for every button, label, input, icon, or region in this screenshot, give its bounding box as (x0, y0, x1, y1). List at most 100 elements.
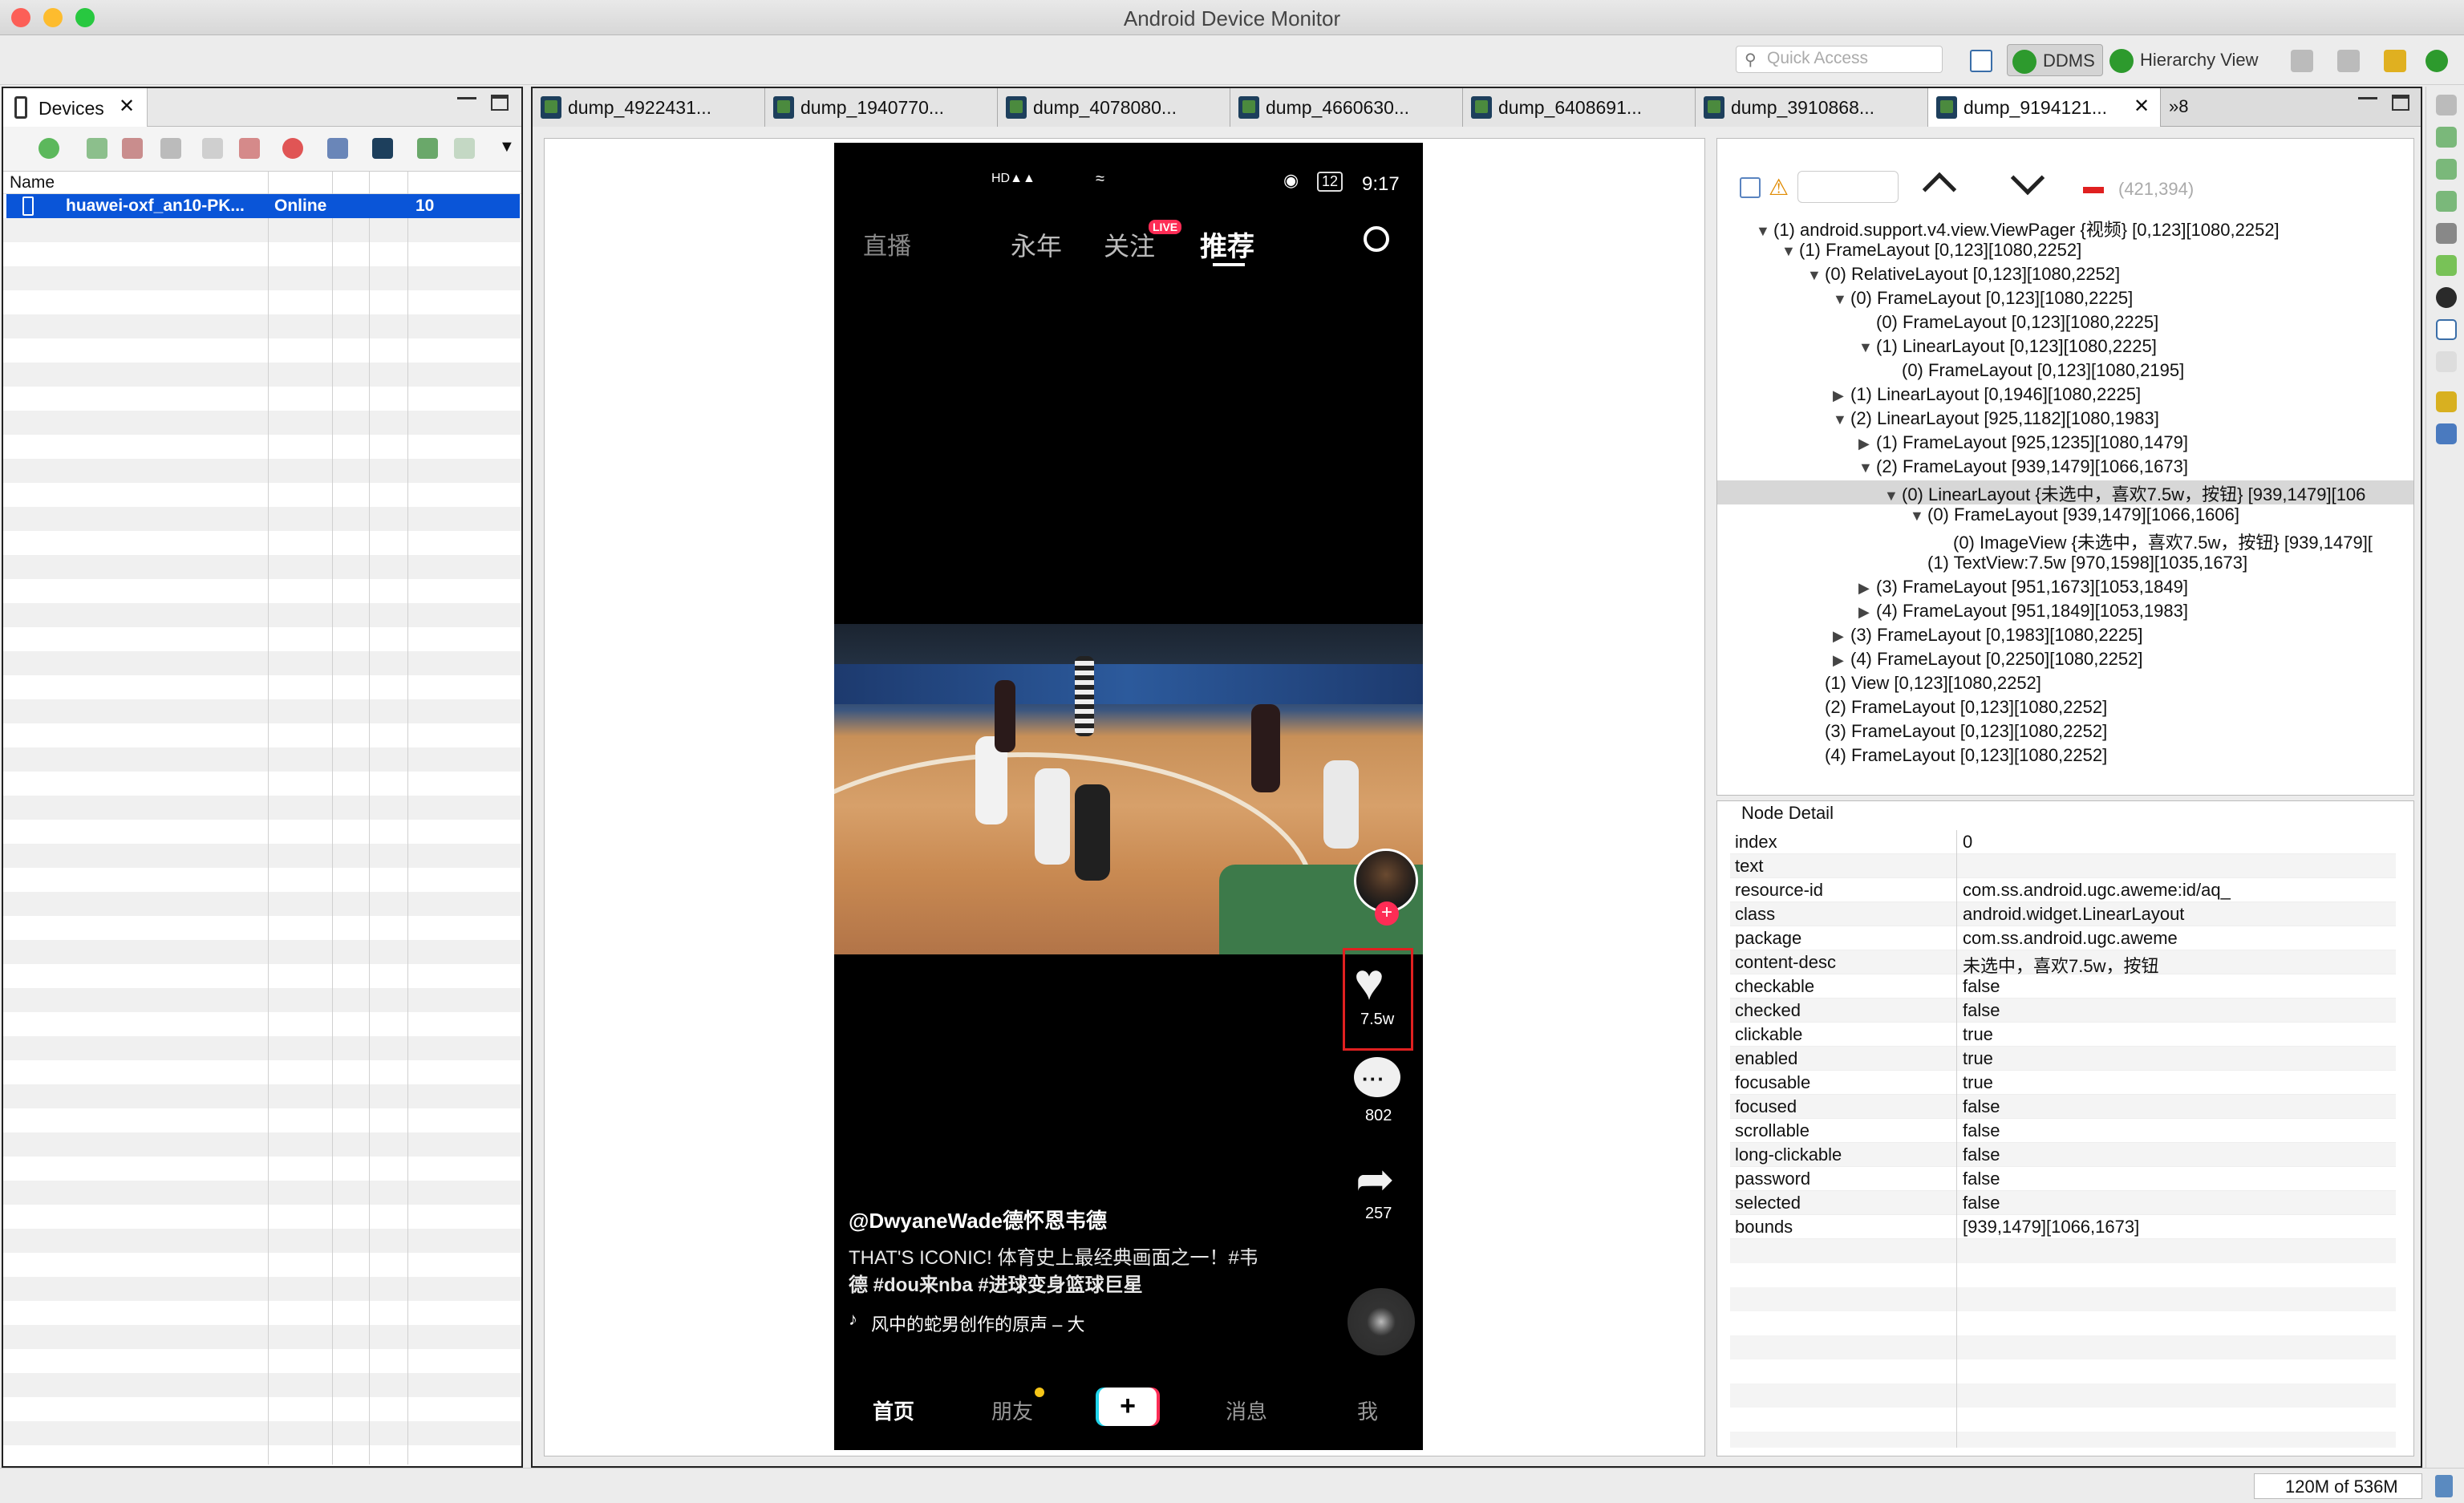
tree-node[interactable]: (3) FrameLayout [0,123][1080,2252] (1717, 721, 2107, 745)
filter-input[interactable] (1797, 171, 1899, 203)
dump-tab[interactable]: dump_4078080... (998, 88, 1230, 127)
detail-row[interactable]: checkable false (1730, 974, 2396, 999)
tree-node[interactable]: ▶ (3) FrameLayout [951,1673][1053,1849] (1717, 577, 2188, 601)
dump-tab[interactable]: dump_3910868... (1696, 88, 1928, 127)
dump-tab[interactable]: dump_4922431... (533, 88, 765, 127)
comment-button[interactable]: ··· 802 (1351, 1057, 1405, 1129)
tree-node[interactable]: (0) FrameLayout [0,123][1080,2195] (1717, 360, 2184, 384)
tree-node[interactable]: ▼ (0) FrameLayout [939,1479][1066,1606] (1717, 504, 2239, 529)
tree-node[interactable]: ▼ (1) android.support.v4.view.ViewPager {… (1717, 216, 2280, 240)
close-tab-icon[interactable]: ✕ (119, 95, 135, 118)
minimize-view-icon[interactable] (2358, 95, 2377, 99)
debug-icon[interactable] (38, 138, 59, 159)
nav-me[interactable]: 我 (1357, 1396, 1378, 1425)
trash-icon[interactable] (2435, 1475, 2453, 1497)
recommend-tab[interactable]: 推荐 (1200, 225, 1254, 264)
emulator-control-icon[interactable] (2436, 319, 2457, 340)
share-button[interactable]: ➦ 257 (1351, 1153, 1405, 1227)
collapse-triangle-icon[interactable]: ▼ (1833, 291, 1850, 308)
expand-triangle-icon[interactable]: ▶ (1833, 387, 1850, 404)
warning-icon[interactable]: ⚠ (1769, 174, 1789, 201)
collapse-triangle-icon[interactable]: ▼ (1807, 267, 1825, 284)
threads-icon[interactable] (2436, 127, 2457, 148)
detail-row[interactable]: content-desc 未选中，喜欢7.5w，按钮 (1730, 950, 2396, 976)
dump-view-hierarchy-icon[interactable] (372, 138, 393, 159)
expand-all-icon[interactable] (1740, 177, 1761, 198)
collapse-triangle-icon[interactable]: ▼ (1858, 339, 1876, 356)
allocation-tracker-icon[interactable] (2436, 191, 2457, 212)
heap-icon[interactable] (2436, 159, 2457, 180)
collapse-triangle-icon[interactable]: ▼ (1781, 243, 1799, 260)
view-menu-icon[interactable]: ▼ (499, 138, 515, 156)
tree-node[interactable]: ▼ (2) LinearLayout [925,1182][1080,1983] (1717, 408, 2159, 432)
device-row[interactable]: huawei-oxf_an10-PK... Online 10 (6, 194, 520, 218)
toolbar-action-icon[interactable] (2337, 50, 2360, 72)
detail-row[interactable]: clickable true (1730, 1023, 2396, 1047)
cause-gc-icon[interactable] (160, 138, 181, 159)
music-title[interactable]: 风中的蛇男创作的原声 – 大 (871, 1311, 1084, 1336)
tree-node-selected[interactable]: ▼ (0) LinearLayout {未选中，喜欢7.5w，按钮} [939,1… (1717, 480, 2413, 504)
music-disc-icon[interactable] (1348, 1288, 1415, 1355)
device-screenshot[interactable]: HD▲▲ ≈ ◉ 12 9:17 直播 永年 关注 LIVE 推荐 + ♥ 7.… (834, 143, 1423, 1450)
start-method-profiling-icon[interactable] (239, 138, 260, 159)
close-tab-icon[interactable]: ✕ (2134, 95, 2150, 118)
detail-row[interactable]: index 0 (1730, 830, 2396, 854)
logcat-icon[interactable] (2436, 391, 2457, 412)
search-icon[interactable] (1364, 226, 1389, 252)
toolbar-action-icon[interactable] (2426, 50, 2448, 72)
tree-node[interactable]: (0) FrameLayout [0,123][1080,2225] (1717, 312, 2158, 336)
tree-node[interactable]: ▼ (0) FrameLayout [0,123][1080,2225] (1717, 288, 2133, 312)
detail-row[interactable]: bounds [939,1479][1066,1673] (1730, 1215, 2396, 1239)
clear-filter-icon[interactable] (2083, 187, 2104, 193)
previous-node-icon[interactable] (1922, 172, 1957, 207)
follow-tab[interactable]: 关注 (1104, 226, 1155, 263)
expand-triangle-icon[interactable]: ▶ (1833, 628, 1850, 645)
toolbar-action-icon[interactable] (2291, 50, 2313, 72)
open-perspective-icon[interactable] (1970, 50, 1992, 72)
author-name[interactable]: @DwyaneWade德怀恩韦德 (849, 1205, 1107, 1234)
city-tab[interactable]: 永年 (1011, 226, 1062, 263)
nav-messages[interactable]: 消息 (1226, 1396, 1267, 1425)
tree-node[interactable]: ▶ (4) FrameLayout [951,1849][1053,1983] (1717, 601, 2188, 625)
maximize-view-icon[interactable] (491, 95, 509, 111)
tree-node[interactable]: ▶ (1) LinearLayout [0,1946][1080,2225] (1717, 384, 2141, 408)
perspective-hierarchy-view[interactable]: Hierarchy View (2105, 44, 2281, 76)
detail-row[interactable]: text (1730, 854, 2396, 878)
dump-tab[interactable]: dump_1940770... (765, 88, 998, 127)
system-information-icon[interactable] (2436, 351, 2457, 372)
collapse-triangle-icon[interactable]: ▼ (1910, 508, 1927, 525)
tree-node[interactable]: ▼ (1) LinearLayout [0,123][1080,2225] (1717, 336, 2157, 360)
collapse-triangle-icon[interactable]: ▼ (1756, 223, 1773, 240)
video-frame[interactable] (834, 624, 1423, 954)
nav-plus-button[interactable]: + (1099, 1388, 1157, 1426)
tree-node[interactable]: ▼ (0) RelativeLayout [0,123][1080,2252] (1717, 264, 2120, 288)
detail-row[interactable]: resource-id com.ss.android.ugc.aweme:id/a… (1730, 878, 2396, 902)
expand-triangle-icon[interactable]: ▶ (1833, 652, 1850, 669)
android-icon[interactable] (2436, 255, 2457, 276)
console-icon[interactable] (2436, 423, 2457, 444)
detail-row[interactable]: checked false (1730, 999, 2396, 1023)
detail-row[interactable]: long-clickable false (1730, 1143, 2396, 1167)
detail-row[interactable]: enabled true (1730, 1047, 2396, 1071)
dump-tab[interactable]: dump_6408691... (1463, 88, 1696, 127)
expand-triangle-icon[interactable]: ▶ (1858, 604, 1876, 621)
update-heap-icon[interactable] (87, 138, 107, 159)
tree-node[interactable]: ▼ (2) FrameLayout [939,1479][1066,1673] (1717, 456, 2188, 480)
detail-row[interactable]: package com.ss.android.ugc.aweme (1730, 926, 2396, 950)
next-node-icon[interactable] (2010, 160, 2045, 196)
detail-row[interactable]: focused false (1730, 1095, 2396, 1119)
detail-row[interactable]: class android.widget.LinearLayout (1730, 902, 2396, 926)
toolbar-action-icon[interactable] (2384, 50, 2406, 72)
collapse-triangle-icon[interactable]: ▼ (1833, 411, 1850, 428)
systrace-icon[interactable] (417, 138, 438, 159)
nav-friends[interactable]: 朋友 (991, 1396, 1033, 1425)
screen-capture-icon[interactable] (327, 138, 348, 159)
detail-row[interactable]: selected false (1730, 1191, 2396, 1215)
detail-row[interactable]: password false (1730, 1167, 2396, 1191)
tree-node[interactable]: (2) FrameLayout [0,123][1080,2252] (1717, 697, 2107, 721)
devices-tab[interactable]: Devices ✕ (3, 88, 148, 127)
tree-node[interactable]: ▶ (4) FrameLayout [0,2250][1080,2252] (1717, 649, 2142, 673)
file-explorer-icon[interactable] (2436, 287, 2457, 308)
live-tab[interactable]: 直播 (863, 226, 911, 261)
tree-node[interactable]: (0) ImageView {未选中，喜欢7.5w，按钮} [939,1479]… (1717, 529, 2373, 553)
